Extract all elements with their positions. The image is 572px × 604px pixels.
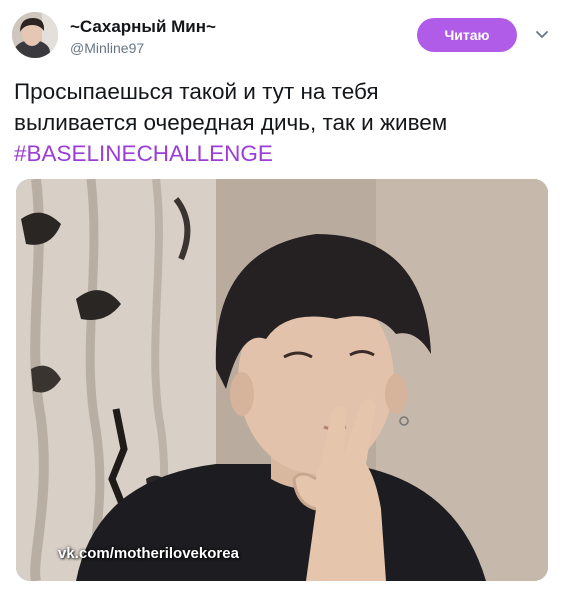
watermark-text: vk.com/motherilovekorea [58, 545, 239, 562]
author-names: ~Сахарный Мин~ @Minline97 [70, 16, 216, 57]
tweet-text: Просыпаешься такой и тут на тебя выливае… [14, 76, 558, 169]
tweet-text-line: выливается очередная дичь, так и живем [14, 110, 448, 135]
tweet-header: ~Сахарный Мин~ @Minline97 Читаю [12, 10, 560, 66]
tweet-media-image[interactable]: vk.com/motherilovekorea [16, 179, 548, 581]
user-handle[interactable]: @Minline97 [70, 39, 216, 57]
tweet-text-line: Просыпаешься такой и тут на тебя [14, 79, 379, 104]
chevron-down-icon[interactable] [534, 26, 550, 42]
profile-photo-icon [12, 12, 58, 58]
photo-image [16, 179, 548, 581]
follow-button[interactable]: Читаю [417, 18, 517, 52]
hashtag-link[interactable]: #BASELINECHALLENGE [14, 138, 558, 169]
display-name[interactable]: ~Сахарный Мин~ [70, 16, 216, 38]
avatar[interactable] [12, 12, 58, 58]
